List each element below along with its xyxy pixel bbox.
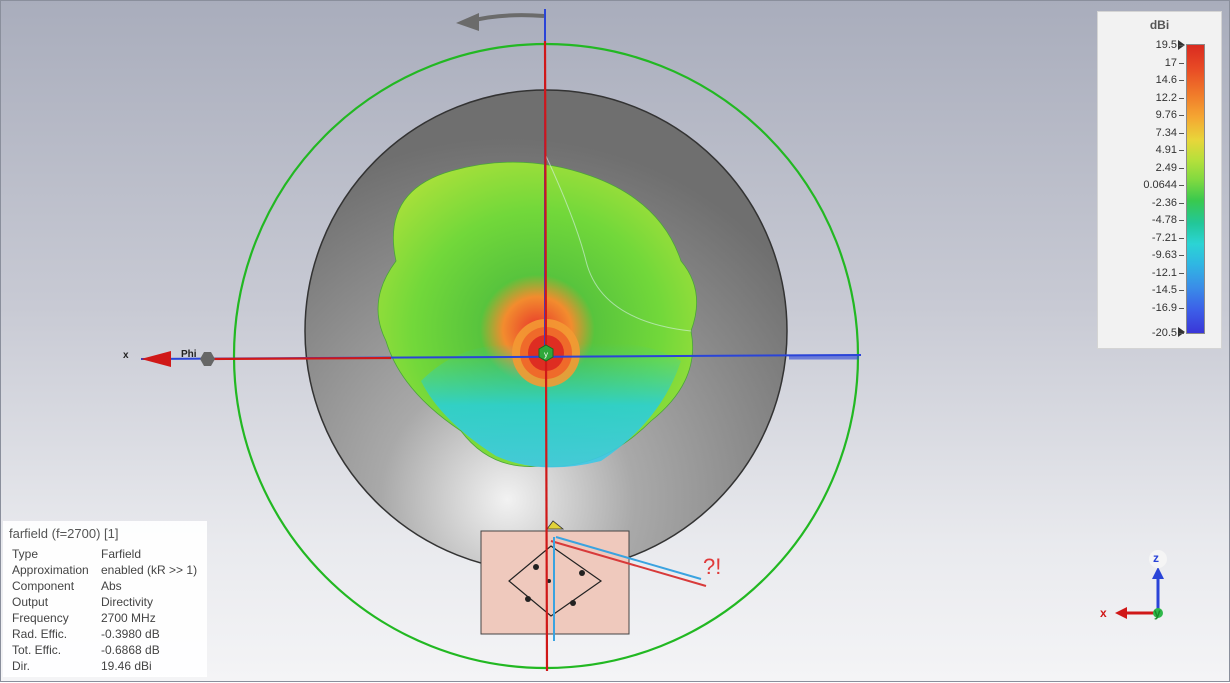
info-value: Abs (101, 579, 122, 593)
annotation-text: ?! (703, 554, 722, 579)
info-key: Dir. (12, 659, 30, 673)
info-value: enabled (kR >> 1) (101, 563, 198, 577)
info-key: Tot. Effic. (12, 643, 62, 657)
info-key: Type (12, 547, 39, 561)
info-value: Directivity (101, 595, 154, 609)
info-key: Component (12, 579, 75, 593)
color-scale-tick: 14.6 (1155, 74, 1185, 86)
x-axis-label: x (123, 350, 129, 361)
color-scale-tick: 19.5 (1155, 39, 1185, 51)
phi-axis-line (200, 356, 392, 361)
color-scale-tick: 7.34 (1155, 126, 1185, 139)
info-row: Dir. 19.46 dBi (3, 658, 207, 674)
info-row: Approximation enabled (kR >> 1) (3, 562, 207, 578)
color-scale-tick: 2.49 (1155, 161, 1185, 174)
triad-z-label: z (1153, 551, 1159, 565)
color-scale-tick: 12.2 (1155, 91, 1185, 104)
info-key: Approximation (12, 563, 89, 577)
color-scale-tick: -12.1 (1151, 266, 1185, 279)
phi-label: Phi (181, 349, 197, 360)
color-scale-unit: dBi (1149, 18, 1170, 32)
triad-y-label: y (1154, 606, 1161, 620)
phi-handle-icon[interactable] (200, 352, 215, 366)
info-title: farfield (f=2700) [1] (9, 526, 119, 541)
color-scale-tick: -14.5 (1151, 284, 1185, 296)
rotate-arrowhead-icon (456, 13, 479, 31)
info-value: Farfield (101, 547, 142, 561)
info-row: Component Abs (3, 578, 207, 594)
info-row: Type Farfield (3, 546, 207, 562)
info-row: Output Directivity (3, 594, 207, 610)
color-scale-tick: -20.5 (1151, 327, 1185, 339)
color-scale-tick: 17 (1164, 56, 1185, 69)
info-value: -0.6868 dB (101, 643, 160, 657)
color-scale-tick: 4.91 (1155, 144, 1185, 156)
info-row: Tot. Effic. -0.6868 dB (3, 642, 207, 658)
color-scale-tick: -16.9 (1151, 301, 1185, 314)
color-scale-bar (1186, 44, 1205, 334)
info-row: Frequency 2700 MHz (3, 610, 207, 626)
info-key: Frequency (12, 611, 69, 625)
info-row: Rad. Effic. -0.3980 dB (3, 626, 207, 642)
triad-x-label: x (1100, 606, 1107, 620)
color-scale-tick: -4.78 (1151, 214, 1185, 226)
info-key: Rad. Effic. (12, 627, 68, 641)
color-scale-tick: -7.21 (1151, 231, 1185, 244)
color-scale-legend: dBi 19.5 17 14.6 12.2 9.76 7.34 4.91 2.49 0.0644… (1097, 11, 1222, 349)
3d-viewport[interactable]: y Phi x ?! z x y dBi 19.5 17 14.6 12.2 9.76 7… (0, 0, 1230, 682)
color-scale-tick: -2.36 (1151, 196, 1185, 209)
farfield-info-panel: farfield (f=2700) [1] Type Farfield Approx… (3, 521, 207, 677)
color-scale-tick: -9.63 (1151, 249, 1185, 261)
info-value: 2700 MHz (101, 611, 156, 625)
info-key: Output (12, 595, 49, 609)
min-marker-icon (1178, 327, 1185, 337)
info-value: 19.46 dBi (101, 659, 152, 673)
color-scale-tick: 9.76 (1155, 109, 1185, 121)
y-axis-marker-label: y (544, 350, 548, 359)
info-value: -0.3980 dB (101, 627, 160, 641)
rotate-arrow-icon (470, 13, 545, 23)
color-scale-tick: 0.0644 (1143, 179, 1184, 191)
phi-arrowhead-icon (141, 351, 171, 367)
